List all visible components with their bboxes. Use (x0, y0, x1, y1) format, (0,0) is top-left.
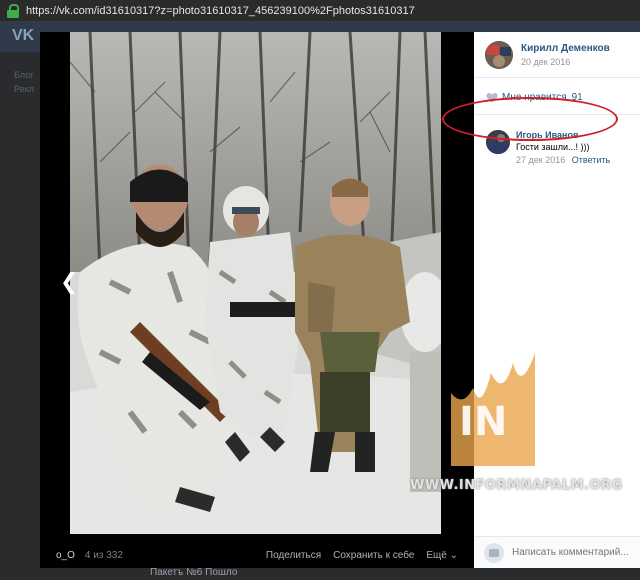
author-info: Кирилл Деменков 20 дек 2016 (521, 43, 610, 67)
comment-avatar-image (486, 130, 510, 154)
viewer-bottom-bar: o_O 4 из 332 Поделиться Сохранить к себе… (40, 542, 474, 568)
avatar[interactable] (485, 40, 513, 69)
url-text[interactable]: https://vk.com/id31610317?z=photo3161031… (26, 5, 415, 17)
photo-counter: 4 из 332 (84, 549, 123, 561)
post-date[interactable]: 20 дек 2016 (521, 57, 610, 67)
reply-button[interactable]: Ответить (572, 155, 610, 165)
vk-logo-icon[interactable]: VK (12, 27, 34, 45)
divider (474, 114, 640, 115)
author-block: Кирилл Деменков 20 дек 2016 (474, 32, 640, 78)
author-name[interactable]: Кирилл Деменков (521, 43, 610, 54)
photo-area: ❮ o_O 4 из 332 Поделиться Сохранить к се… (40, 32, 474, 568)
more-button[interactable]: Ещё ⌄ (426, 550, 458, 561)
heart-icon (486, 92, 498, 103)
informnapalm-logo: IN (451, 353, 535, 466)
comment-composer (474, 536, 640, 568)
comment-avatar[interactable] (486, 130, 510, 154)
like-label: Мне нравится (502, 92, 567, 103)
share-button[interactable]: Поделиться (266, 550, 321, 561)
save-button[interactable]: Сохранить к себе (333, 550, 414, 561)
background-post-title: Пакетъ №6 Пошло (150, 567, 238, 578)
photo[interactable] (70, 32, 441, 534)
comment-date[interactable]: 27 дек 2016 (516, 155, 565, 165)
browser-address-bar[interactable]: https://vk.com/id31610317?z=photo3161031… (0, 0, 640, 22)
camera-icon[interactable] (484, 542, 504, 563)
menu-item-blog[interactable]: Блог (14, 68, 34, 82)
comment-input[interactable] (512, 547, 637, 558)
comment-body: Игорь Иванов Гости зашли...! ))) 27 дек … (516, 130, 610, 165)
watermark-text: WWW.INFORMNAPALM.ORG (410, 478, 623, 493)
left-menu: Блог Рекл (14, 68, 34, 96)
comment-text: Гости зашли...! ))) (516, 142, 590, 152)
comment-meta: 27 дек 2016 Ответить (516, 155, 610, 165)
comment-item: Игорь Иванов Гости зашли...! ))) 27 дек … (486, 130, 610, 165)
owner-short-name[interactable]: o_O (56, 550, 75, 561)
logo-text: IN (459, 399, 507, 445)
menu-item-ads[interactable]: Рекл (14, 82, 34, 96)
lock-icon (6, 3, 20, 18)
chevron-left-icon[interactable]: ❮ (60, 270, 78, 294)
avatar-image (485, 40, 513, 69)
like-button[interactable]: Мне нравится 91 (486, 92, 583, 103)
comment-author[interactable]: Игорь Иванов (516, 130, 610, 140)
photo-image (70, 32, 441, 534)
like-count: 91 (571, 92, 583, 103)
